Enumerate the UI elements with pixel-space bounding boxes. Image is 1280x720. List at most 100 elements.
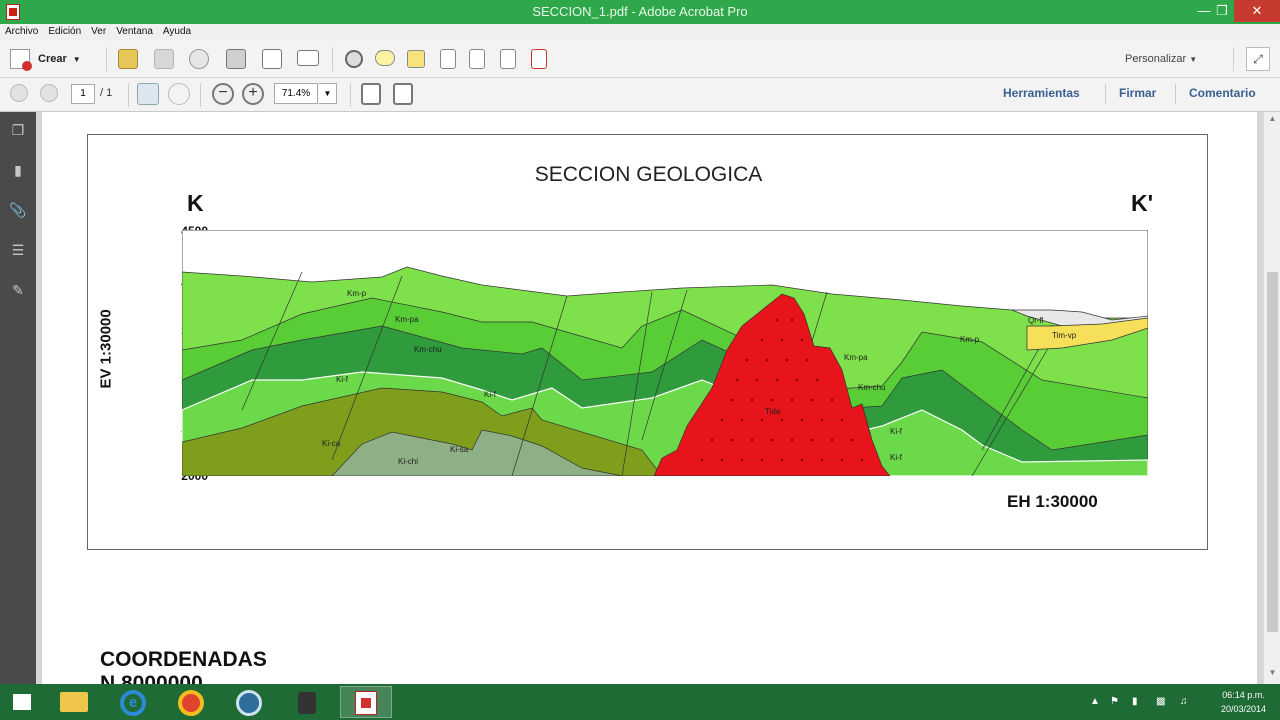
page-number-input[interactable]: 1 <box>71 84 95 104</box>
acrobat-taskbar-button[interactable] <box>340 686 392 718</box>
separator <box>1175 84 1176 104</box>
vertical-scrollbar[interactable]: ▲ ▼ <box>1263 112 1280 684</box>
folder-icon <box>60 692 88 712</box>
battery-icon[interactable]: ▩ <box>1156 696 1165 707</box>
section-frame: SECCION GEOLOGICA K K' 4500 4000 3500 30… <box>87 134 1208 550</box>
attachments-icon[interactable]: 📎 <box>9 202 27 220</box>
pdf-page: SECCION GEOLOGICA K K' 4500 4000 3500 30… <box>42 112 1257 684</box>
zoom-input[interactable]: 71.4% <box>274 83 318 104</box>
unit-label: Ki-sa <box>450 445 469 454</box>
customize-menu[interactable]: Personalizar ▼ <box>1125 53 1197 65</box>
sticky-note-icon[interactable] <box>407 50 425 68</box>
magnifier-icon <box>236 690 262 716</box>
next-page-icon[interactable] <box>40 84 58 102</box>
full-screen-icon[interactable] <box>393 83 413 105</box>
save-icon[interactable] <box>154 49 174 69</box>
menu-ver[interactable]: Ver <box>86 24 111 39</box>
separator <box>350 83 351 107</box>
menu-archivo[interactable]: Archivo <box>0 24 43 39</box>
scroll-thumb[interactable] <box>1267 272 1278 632</box>
print-icon[interactable] <box>226 49 246 69</box>
window-title: SECCION_1.pdf - Adobe Acrobat Pro <box>532 4 748 19</box>
sign-tab[interactable]: Firmar <box>1119 86 1156 100</box>
page-thumbnails-icon[interactable]: ❐ <box>9 122 27 140</box>
unit-label: Km-chu <box>858 383 886 392</box>
fit-page-icon[interactable] <box>361 83 381 105</box>
page-icon[interactable] <box>440 49 456 69</box>
previous-page-icon[interactable] <box>10 84 28 102</box>
cloud-upload-icon[interactable] <box>189 49 209 69</box>
scroll-up-icon[interactable]: ▲ <box>1264 114 1280 128</box>
edit-document-icon[interactable] <box>262 49 282 69</box>
create-pdf-icon <box>10 49 32 71</box>
hand-tool-icon[interactable] <box>168 83 190 105</box>
unit-label: Km-pa <box>395 315 419 324</box>
zoom-out-icon[interactable]: − <box>212 83 234 105</box>
volume-icon[interactable]: ♫ <box>1180 696 1188 707</box>
open-folder-icon[interactable] <box>118 49 138 69</box>
windows-logo-icon <box>13 694 31 710</box>
unit-label: Ki-chi <box>398 457 418 466</box>
zoom-in-icon[interactable]: + <box>242 83 264 105</box>
chevron-down-icon: ▼ <box>72 54 81 64</box>
chrome-icon <box>178 690 204 716</box>
tools-tab[interactable]: Herramientas <box>1003 86 1080 100</box>
scroll-down-icon[interactable]: ▼ <box>1264 668 1280 682</box>
comment-icon[interactable] <box>375 50 395 66</box>
internet-explorer-icon: e <box>120 690 146 716</box>
close-button[interactable]: ✕ <box>1234 0 1280 22</box>
network-icon[interactable]: ▮ <box>1132 696 1138 707</box>
unit-label: Ki-ca <box>322 439 341 448</box>
select-cursor-icon[interactable] <box>137 83 159 105</box>
unit-label: Km-p <box>347 289 367 298</box>
taskbar: e ▲ ⚑ ▮ ▩ ♫ 06:14 p.m. 20/03/2014 <box>0 684 1280 720</box>
unit-label: Qr-fl <box>1028 316 1044 325</box>
comment-tab[interactable]: Comentario <box>1189 86 1256 100</box>
unit-label: Ki-f <box>484 390 497 399</box>
show-hidden-icons-icon[interactable]: ▲ <box>1090 696 1100 707</box>
chevron-down-icon: ▼ <box>1189 55 1198 64</box>
menu-ventana[interactable]: Ventana <box>111 24 158 39</box>
clock-date: 20/03/2014 <box>1220 704 1266 714</box>
menu-edicion[interactable]: Edición <box>43 24 86 39</box>
camera-app-taskbar-button[interactable] <box>282 686 334 718</box>
zoom-dropdown-icon[interactable]: ▼ <box>319 83 337 104</box>
chrome-taskbar-button[interactable] <box>166 686 218 718</box>
separator <box>1105 84 1106 104</box>
separator <box>128 83 129 107</box>
expand-icon[interactable]: ⤢ <box>1246 47 1270 71</box>
page-total: / 1 <box>100 87 113 99</box>
create-label: Crear <box>38 53 67 65</box>
menu-bar: Archivo Edición Ver Ventana Ayuda <box>0 24 1280 40</box>
internet-explorer-taskbar-button[interactable]: e <box>108 686 160 718</box>
unit-label: Km-p <box>960 335 980 344</box>
menu-ayuda[interactable]: Ayuda <box>158 24 196 39</box>
navigation-toolbar: − + <box>0 78 1280 112</box>
gear-icon[interactable] <box>345 50 363 68</box>
signatures-icon[interactable]: ✎ <box>9 282 27 300</box>
clock-time: 06:14 p.m. <box>1222 690 1265 700</box>
create-button[interactable]: Crear ▼ <box>10 49 81 71</box>
start-button[interactable] <box>0 686 46 718</box>
page-extract-icon[interactable] <box>500 49 516 69</box>
unit-label: Tim-vp <box>1052 331 1077 340</box>
layers-icon[interactable]: ☰ <box>9 242 27 260</box>
customize-label: Personalizar <box>1125 53 1187 65</box>
bookmarks-icon[interactable]: ▮ <box>9 162 27 180</box>
system-clock[interactable]: 06:14 p.m. 20/03/2014 <box>1221 688 1266 716</box>
file-explorer-taskbar-button[interactable] <box>48 686 100 718</box>
camera-icon <box>298 692 316 714</box>
unit-label: Km-pa <box>844 353 868 362</box>
separator <box>1233 47 1234 71</box>
restore-button[interactable]: ❐ <box>1208 0 1236 22</box>
search-app-taskbar-button[interactable] <box>224 686 276 718</box>
page-rotate-icon[interactable] <box>469 49 485 69</box>
pdf-icon <box>355 691 377 715</box>
section-title: SECCION GEOLOGICA <box>534 163 763 186</box>
unit-label: Tida <box>765 407 781 416</box>
separator <box>332 47 333 71</box>
email-icon[interactable] <box>297 50 319 66</box>
page-stamp-icon[interactable] <box>531 49 547 69</box>
flag-icon[interactable]: ⚑ <box>1110 696 1119 707</box>
unit-label: Ki-f <box>890 453 903 462</box>
